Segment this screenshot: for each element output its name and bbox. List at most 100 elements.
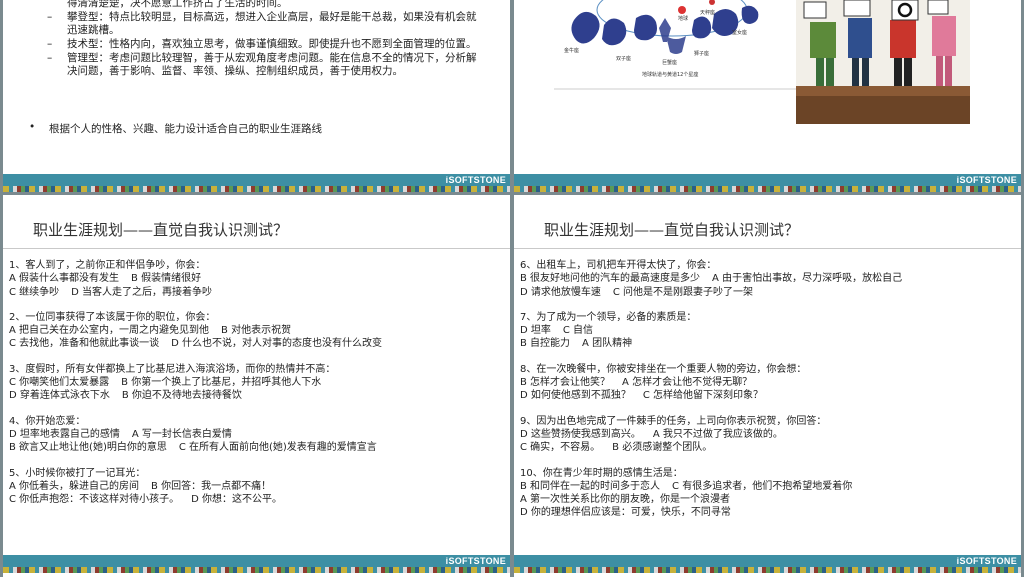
list-item: – 攀登型：特点比较明显，目标高远，想进入企业高层，最好是能干总裁，如果没有机会… xyxy=(47,11,477,37)
zodiac-label: 室女座 xyxy=(732,29,747,36)
question-text: 6、出租车上，司机把车开得太快了，你会： xyxy=(520,260,717,271)
slide-intuition-test-part1: 职业生涯规划——直觉自我认识测试？ 1、客人到了，之前你正和伴侣争吵，你会： A … xyxy=(3,195,510,577)
question-block: 2、一位同事获得了本该属于你的职位，你会： A 把自己关在办公室内，一周之内避免见… xyxy=(9,311,507,351)
answer-option: C 怎样给他留下深刻印象？ xyxy=(642,390,764,402)
zodiac-label: 地球 xyxy=(678,15,688,22)
answer-option: C 去找他，准备和他就此事谈一谈 xyxy=(9,338,160,350)
answer-option: A 怎样才会让他不觉得无聊？ xyxy=(622,377,753,389)
zodiac-label: 巨蟹座 xyxy=(662,59,677,66)
answer-option: D 坦率地表露自己的感情 xyxy=(9,428,120,440)
question-text: 4、你开始恋爱： xyxy=(9,415,86,427)
answer-row: C 去找他，准备和他就此事谈一谈 D 什么也不说，对人对事的态度也没有什么改变 xyxy=(9,337,507,350)
answer-row: C 你低声抱怨：不该这样对待小孩子。 D 你想：这不公平。 xyxy=(9,493,507,506)
question-text: 3、度假时，所有女伴都换上了比基尼进入海滨浴场，而你的热情并不高： xyxy=(9,363,336,375)
question-block: 7、为了成为一个领导，必备的素质是： D 坦率 C 自信 B 自控能力 A 团队精神 xyxy=(520,311,1018,351)
answer-row: D 这些赞扬使我感到高兴。 A 我只不过做了我应该做的。 xyxy=(520,428,1018,441)
answer-row: C 确实，不容易。 B 必须感谢整个团队。 xyxy=(520,441,1018,454)
question-block: 6、出租车上，司机把车开得太快了，你会： B 很友好地问他的汽车的最高速度是多少 A… xyxy=(520,259,1018,299)
answer-option: A 第一次性关系比你的朋友晚，你是一个浪漫者 xyxy=(520,494,731,506)
bullet-text: 根据个人的性格、兴趣、能力设计适合自己的职业生涯路线 xyxy=(49,123,322,135)
answer-option: C 确实，不容易。 xyxy=(520,442,601,454)
answer-option: D 这些赞扬使我感到高兴。 xyxy=(520,428,641,440)
answer-row: B 很友好地问他的汽车的最高速度是多少 A 由于害怕出事故，尽力深呼吸，放松自己 xyxy=(520,272,1018,285)
answer-option: C 你嘲笑他们太爱暴露 xyxy=(9,377,110,389)
answer-option: D 你的理想伴侣应该是：可爱，快乐，不同寻常 xyxy=(520,507,731,519)
question-text: 9、因为出色地完成了一件棘手的任务，上司向你表示祝贺，你回答： xyxy=(520,415,827,427)
list-item-text: 攀登型：特点比较明显，目标高远，想进入企业高层，最好是能干总裁，如果没有机会就迅… xyxy=(67,11,477,36)
answer-row: A 第一次性关系比你的朋友晚，你是一个浪漫者 xyxy=(520,493,1018,506)
answer-row: D 坦率 C 自信 xyxy=(520,324,1018,337)
answer-row: D 你的理想伴侣应该是：可爱，快乐，不同寻常 xyxy=(520,506,1018,519)
question-block: 9、因为出色地完成了一件棘手的任务，上司向你表示祝贺，你回答： D 这些赞扬使我感… xyxy=(520,415,1018,455)
bullet-point: • 根据个人的性格、兴趣、能力设计适合自己的职业生涯路线 xyxy=(29,121,322,136)
question-block: 5、小时候你被打了一记耳光： A 你低着头，躲进自己的房间 B 你回答：我一点都不痛… xyxy=(9,467,507,507)
answer-option: B 和同伴在一起的时间多于恋人 xyxy=(520,480,661,492)
answer-row: B 和同伴在一起的时间多于恋人 C 有很多追求者，他们不抱希望地爱着你 xyxy=(520,480,1018,493)
question-block: 10、你在青少年时期的感情生活是： B 和同伴在一起的时间多于恋人 C 有很多追求者… xyxy=(520,467,1018,520)
question-text: 2、一位同事获得了本该属于你的职位，你会： xyxy=(9,311,216,323)
list-item-text: 得清清楚楚，决不愿意工作挤占了生活的时间。 xyxy=(67,0,288,9)
question-text: 10、你在青少年时期的感情生活是： xyxy=(520,467,683,479)
career-type-list: 得清清楚楚，决不愿意工作挤占了生活的时间。 – 攀登型：特点比较明显，目标高远，… xyxy=(47,0,477,79)
answer-option: B 自控能力 xyxy=(520,338,571,350)
answer-option: C 继续争吵 xyxy=(9,286,60,298)
answer-option: D 请求他放慢车速 xyxy=(520,286,601,298)
question-block: 3、度假时，所有女伴都换上了比基尼进入海滨浴场，而你的热情并不高： C 你嘲笑他们… xyxy=(9,363,507,403)
question-block: 8、在一次晚餐中，你被安排坐在一个重要人物的旁边，你会想： B 怎样才会让他笑？ A… xyxy=(520,363,1018,403)
answer-row: A 你低着头，躲进自己的房间 B 你回答：我一点都不痛！ xyxy=(9,480,507,493)
question-text: 8、在一次晚餐中，你被安排坐在一个重要人物的旁边，你会想： xyxy=(520,363,807,375)
answer-row: C 你嘲笑他们太爱暴露 B 你第一个换上了比基尼，并招呼其他人下水 xyxy=(9,376,507,389)
answer-option: B 很友好地问他的汽车的最高速度是多少 xyxy=(520,273,701,285)
answer-option: C 在所有人面前向他(她)发表有趣的爱情宣言 xyxy=(178,442,377,454)
question-list: 6、出租车上，司机把车开得太快了，你会： B 很友好地问他的汽车的最高速度是多少 A… xyxy=(520,259,1018,532)
answer-option: B 你迫不及待地去接待餐饮 xyxy=(121,390,242,402)
slide-intuition-test-part2: 职业生涯规划——直觉自我认识测试？ 6、出租车上，司机把车开得太快了，你会： B … xyxy=(514,195,1021,577)
slide-footer: iSOFTSTONE xyxy=(3,555,510,573)
answer-option: B 假装情绪很好 xyxy=(131,273,202,285)
slide-career-types: 得清清楚楚，决不愿意工作挤占了生活的时间。 – 攀登型：特点比较明显，目标高远，… xyxy=(3,0,510,192)
answer-option: B 你第一个换上了比基尼，并招呼其他人下水 xyxy=(121,377,322,389)
answer-option: B 必须感谢整个团队。 xyxy=(612,442,713,454)
answer-row: C 继续争吵 D 当客人走了之后，再接着争吵 xyxy=(9,286,507,299)
isoftstone-logo: iSOFTSTONE xyxy=(445,175,506,185)
dash-marker: – xyxy=(47,11,53,23)
answer-option: B 你回答：我一点都不痛！ xyxy=(151,480,272,492)
zodiac-diagram: 金牛座 双子座 巨蟹座 狮子座 室女座 地球 天秤座 地球轨道与黄道12个星座 xyxy=(554,0,804,90)
answer-option: B 对他表示祝贺 xyxy=(221,325,292,337)
question-text: 5、小时候你被打了一记耳光： xyxy=(9,467,146,479)
answer-option: A 团队精神 xyxy=(582,338,633,350)
answer-option: B 怎样才会让他笑？ xyxy=(520,377,611,389)
slide-title: 职业生涯规划——直觉自我认识测试？ xyxy=(544,221,800,239)
isoftstone-logo: iSOFTSTONE xyxy=(956,175,1017,185)
slide-footer: iSOFTSTONE xyxy=(3,174,510,192)
list-item-text: 管理型：考虑问题比较理智，善于从宏观角度考虑问题。能在信息不全的情况下，分析解决… xyxy=(67,52,477,77)
list-item: – 管理型：考虑问题比较理智，善于从宏观角度考虑问题。能在信息不全的情况下，分析… xyxy=(47,52,477,78)
people-holding-signs-image xyxy=(796,0,970,124)
answer-option: C 有很多追求者，他们不抱希望地爱着你 xyxy=(672,480,853,492)
answer-option: D 当客人走了之后，再接着争吵 xyxy=(71,286,213,298)
answer-row: A 假装什么事都没有发生 B 假装情绪很好 xyxy=(9,272,507,285)
answer-option: C 自信 xyxy=(562,325,594,337)
slide-title: 职业生涯规划——直觉自我认识测试？ xyxy=(33,221,289,239)
answer-row: A 把自己关在办公室内，一周之内避免见到他 B 对他表示祝贺 xyxy=(9,324,507,337)
answer-option: A 把自己关在办公室内，一周之内避免见到他 xyxy=(9,325,210,337)
answer-option: D 如何使他感到不孤独？ xyxy=(520,390,631,402)
slide-footer: iSOFTSTONE xyxy=(514,555,1021,573)
question-block: 4、你开始恋爱： D 坦率地表露自己的感情 A 写一封长信表白爱情 B 欲言又止地让他… xyxy=(9,415,507,455)
answer-option: A 我只不过做了我应该做的。 xyxy=(652,428,783,440)
answer-option: D 你想：这不公平。 xyxy=(191,494,283,506)
list-item: 得清清楚楚，决不愿意工作挤占了生活的时间。 xyxy=(47,0,477,10)
answer-option: A 由于害怕出事故，尽力深呼吸，放松自己 xyxy=(712,273,903,285)
zodiac-caption: 地球轨道与黄道12个星座 xyxy=(642,71,698,78)
bullet-dot-icon: • xyxy=(29,121,36,133)
zodiac-label: 双子座 xyxy=(616,55,631,62)
dash-marker: – xyxy=(47,52,53,64)
slide-zodiac-illustration: 金牛座 双子座 巨蟹座 狮子座 室女座 地球 天秤座 地球轨道与黄道12个星座 xyxy=(514,0,1021,192)
answer-option: D 什么也不说，对人对事的态度也没有什么改变 xyxy=(171,338,383,350)
question-block: 1、客人到了，之前你正和伴侣争吵，你会： A 假装什么事都没有发生 B 假装情绪很好… xyxy=(9,259,507,299)
zodiac-label: 狮子座 xyxy=(694,50,709,57)
question-text: 7、为了成为一个领导，必备的素质是： xyxy=(520,311,697,323)
answer-row: B 欲言又止地让他(她)明白你的意思 C 在所有人面前向他(她)发表有趣的爱情宣言 xyxy=(9,441,507,454)
zodiac-label: 金牛座 xyxy=(564,47,579,54)
question-list: 1、客人到了，之前你正和伴侣争吵，你会： A 假装什么事都没有发生 B 假装情绪很好… xyxy=(9,259,507,518)
